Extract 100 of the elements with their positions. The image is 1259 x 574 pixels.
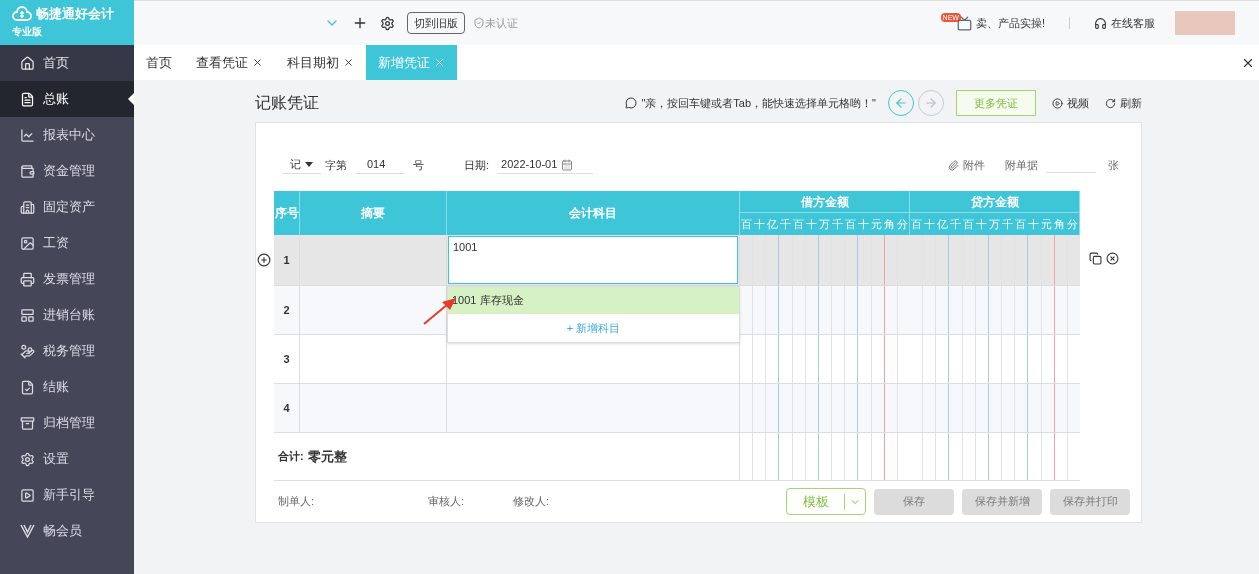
digit-header: 千: [779, 216, 792, 232]
panel-icon: [20, 307, 35, 323]
total-value: 零元整: [307, 447, 347, 466]
sidebar-item[interactable]: 设置: [0, 441, 134, 477]
arrow-right-icon: [924, 96, 938, 110]
add-icon[interactable]: [352, 15, 368, 31]
shield-icon: [473, 17, 485, 29]
docs-unit: 张: [1108, 157, 1119, 173]
play-icon: [1052, 97, 1063, 109]
account-input[interactable]: 1001: [448, 236, 738, 284]
digit-header: 十: [753, 216, 766, 232]
digit-header: 万: [988, 216, 1001, 232]
page-title: 记账凭证: [255, 93, 319, 113]
cloud-logo-icon: [12, 4, 32, 23]
paperclip-icon: [948, 159, 959, 171]
digit-header: 元: [870, 216, 883, 232]
sidebar-item[interactable]: 结账: [0, 369, 134, 405]
picture-icon: [20, 235, 35, 251]
digit-header: 分: [1066, 216, 1079, 232]
refresh-link[interactable]: 刷新: [1120, 94, 1142, 112]
digit-header: 百: [910, 216, 923, 232]
sidebar-item[interactable]: 资金管理: [0, 153, 134, 189]
play-icon: [20, 487, 35, 503]
sidebar-item[interactable]: 工资: [0, 225, 134, 261]
digit-header: 百: [1014, 216, 1027, 232]
headset-icon: [1094, 16, 1107, 30]
pointer-triangle-icon: [128, 93, 134, 105]
settings-icon[interactable]: [380, 15, 395, 31]
tab[interactable]: 首页: [134, 45, 184, 80]
date-label: 日期:: [464, 157, 490, 173]
sidebar-item[interactable]: 新手引导: [0, 477, 134, 513]
table-row[interactable]: 4: [274, 384, 1080, 433]
settings-icon: [20, 451, 35, 467]
digit-header: 亿: [936, 216, 949, 232]
table-cell: 1: [274, 235, 300, 285]
digit-header: 百: [792, 216, 805, 232]
support-link[interactable]: 在线客服: [1111, 14, 1155, 32]
logo-name: 畅捷通好会计: [36, 5, 114, 23]
sidebar-item[interactable]: 报表中心: [0, 117, 134, 153]
dropdown-option[interactable]: 1001 库存现金: [448, 287, 739, 314]
delete-icon[interactable]: [1106, 252, 1119, 265]
sidebar-item[interactable]: 发票管理: [0, 261, 134, 297]
number-field[interactable]: 014: [355, 156, 405, 174]
video-link[interactable]: 视频: [1067, 94, 1089, 112]
caret-icon: [305, 162, 313, 167]
tip-text: "亲，按回车键或者Tab，能快速选择单元格哟！": [641, 95, 876, 111]
edition-label: 专业版: [12, 24, 43, 39]
copy-icon[interactable]: [1089, 252, 1102, 265]
digit-header: 角: [1053, 216, 1066, 232]
line-chart-icon: [20, 127, 35, 143]
digit-header: 角: [883, 216, 896, 232]
archive-icon: [20, 415, 35, 431]
docs-label: 附单据: [1005, 157, 1038, 173]
table-cell: 2: [274, 286, 300, 334]
printer-icon: [20, 271, 35, 287]
word-label: 字第: [325, 157, 347, 173]
sidebar-item[interactable]: 首页: [0, 45, 134, 81]
date-field[interactable]: 2022-10-01: [497, 156, 594, 174]
promo-link[interactable]: 卖、产品实操!: [975, 14, 1045, 32]
refresh-icon: [1105, 97, 1116, 109]
sidebar-item[interactable]: 税务管理: [0, 333, 134, 369]
sidebar-item[interactable]: 固定资产: [0, 189, 134, 225]
close-icon[interactable]: [343, 57, 354, 68]
file-check-icon: [20, 379, 35, 395]
sidebar-item[interactable]: 总账: [0, 81, 134, 117]
close-icon[interactable]: [252, 57, 263, 68]
number-suffix: 号: [413, 157, 424, 173]
hand-coins-icon: [20, 343, 35, 359]
digit-header: 百: [962, 216, 975, 232]
chat-icon: [625, 97, 638, 109]
sidebar-item[interactable]: 畅会员: [0, 513, 134, 549]
wallet-icon: [20, 163, 35, 179]
switch-version-button[interactable]: 切到旧版: [407, 11, 465, 35]
digit-header: 十: [975, 216, 988, 232]
digit-header: 十: [923, 216, 936, 232]
digit-header: 千: [1001, 216, 1014, 232]
digit-header: 分: [896, 216, 909, 232]
home-icon: [20, 55, 35, 71]
voucher-word-select[interactable]: 记: [282, 156, 321, 174]
column-header: 贷方金额: [910, 191, 1079, 213]
digit-header: 元: [1040, 216, 1053, 232]
digit-header: 千: [831, 216, 844, 232]
calendar-icon: [561, 158, 574, 171]
tab[interactable]: 科目期初: [275, 45, 366, 80]
v-shape-icon: [20, 524, 35, 538]
attachment-link[interactable]: 附件: [963, 156, 985, 174]
total-label: 合计:: [278, 449, 304, 465]
digit-header: 百: [740, 216, 753, 232]
table-row[interactable]: 3: [274, 335, 1080, 384]
digit-header: 千: [949, 216, 962, 232]
arrow-left-icon: [894, 96, 908, 110]
column-header: 借方金额: [740, 191, 909, 213]
tab[interactable]: 查看凭证: [184, 45, 275, 80]
digit-header: 十: [805, 216, 818, 232]
signature-label: 审核人:: [428, 494, 466, 510]
digit-header: 亿: [766, 216, 779, 232]
table-cell: 3: [274, 335, 300, 383]
sidebar-item[interactable]: 进销台账: [0, 297, 134, 333]
sidebar-item[interactable]: 归档管理: [0, 405, 134, 441]
add-row-icon[interactable]: [257, 253, 271, 267]
